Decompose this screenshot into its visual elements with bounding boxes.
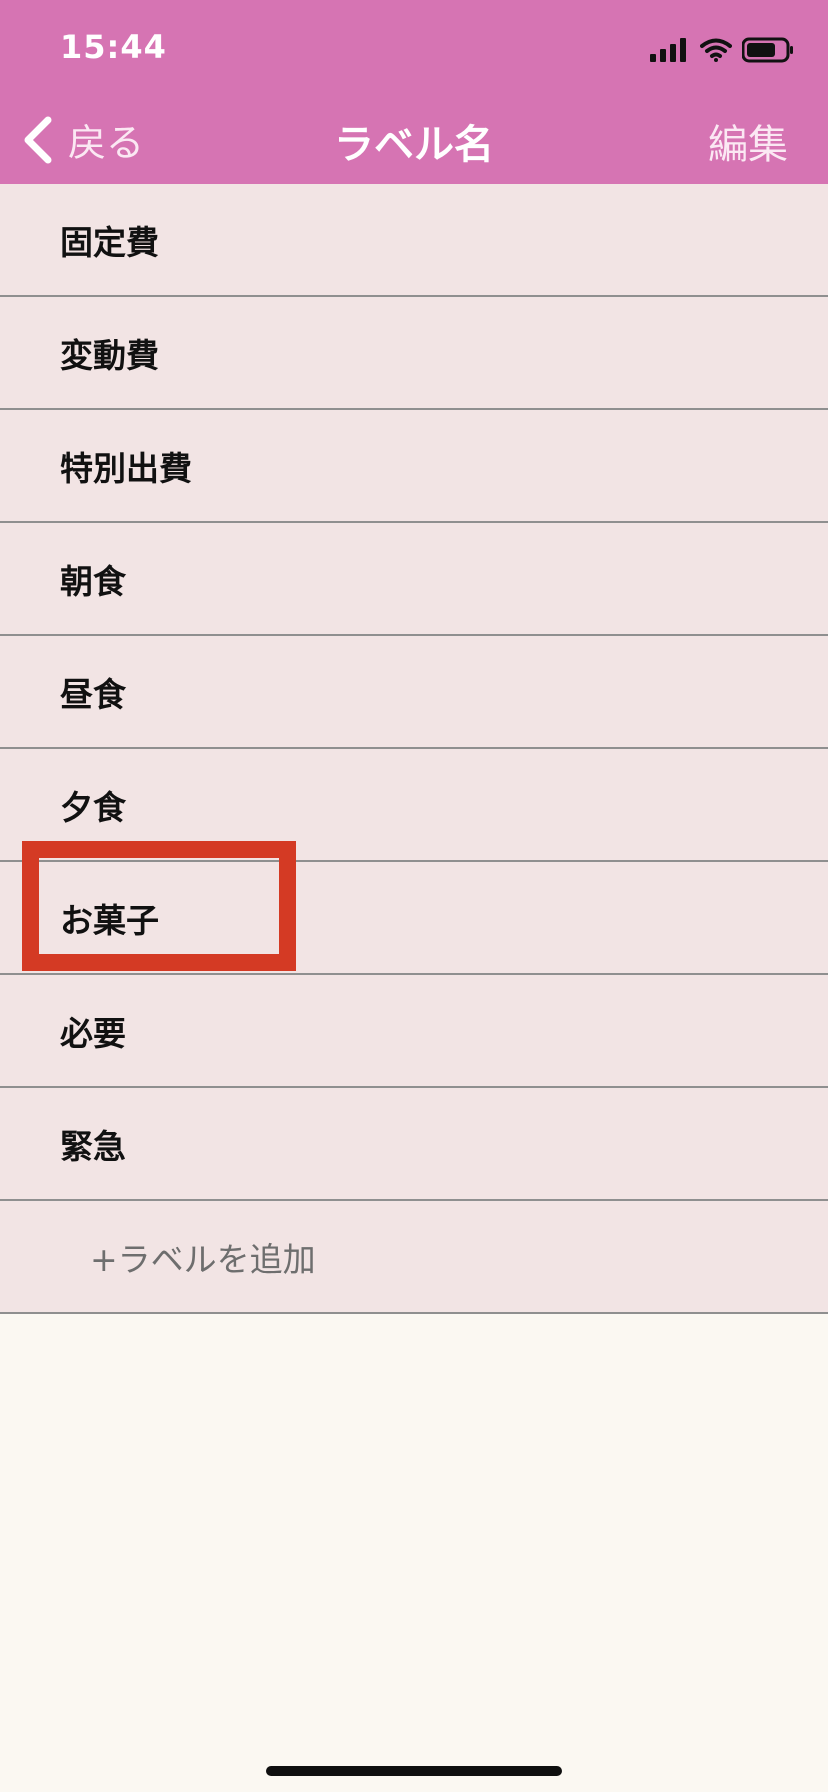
list-item-label: 朝食: [60, 561, 126, 601]
list-item-label: 特別出費: [60, 448, 192, 488]
status-time: 15:44: [60, 28, 167, 66]
list-item-label: 変動費: [60, 335, 159, 375]
list-item[interactable]: 特別出費: [0, 410, 828, 523]
add-label-text: +ラベルを追加: [90, 1239, 316, 1279]
list-item[interactable]: 変動費: [0, 297, 828, 410]
cellular-signal-icon: [650, 38, 686, 62]
highlight-annotation-box: [22, 841, 296, 971]
add-label-button[interactable]: +ラベルを追加: [0, 1201, 828, 1314]
edit-button[interactable]: 編集: [708, 112, 788, 170]
list-item-label: 夕食: [60, 787, 126, 827]
status-icons: [650, 36, 794, 64]
list-item-label: 固定費: [60, 222, 159, 262]
list-item[interactable]: 固定費: [0, 184, 828, 297]
list-item[interactable]: 昼食: [0, 636, 828, 749]
list-item-label: 昼食: [60, 674, 126, 714]
list-item-label: 必要: [60, 1013, 126, 1053]
list-item[interactable]: 緊急: [0, 1088, 828, 1201]
label-list: 固定費 変動費 特別出費 朝食 昼食 夕食 お菓子 必要 緊急 +ラベルを追加: [0, 184, 828, 1314]
wifi-icon: [700, 38, 732, 62]
navigation-header: 15:44 戻る ラベル名 編集: [0, 0, 828, 184]
list-item-label: 緊急: [60, 1126, 126, 1166]
list-item[interactable]: 朝食: [0, 523, 828, 636]
battery-icon: [742, 37, 793, 63]
home-indicator: [266, 1766, 562, 1776]
list-item[interactable]: 必要: [0, 975, 828, 1088]
page-title: ラベル名: [334, 122, 494, 168]
